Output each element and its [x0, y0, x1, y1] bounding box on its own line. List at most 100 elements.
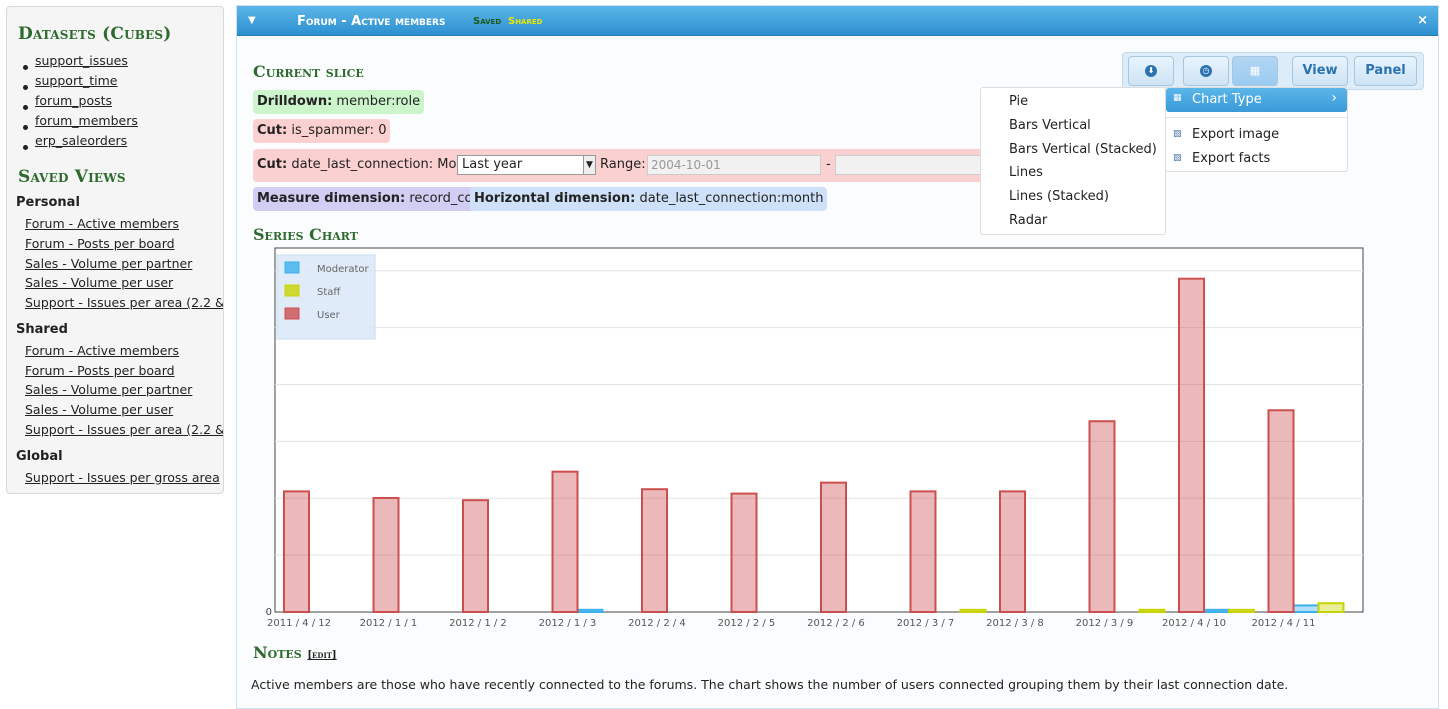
clock-icon: ◷	[1200, 64, 1212, 77]
x-tick-label: 2012 / 2 / 5	[718, 618, 776, 629]
saved-view-link[interactable]: Forum - Posts per board	[25, 236, 223, 251]
mode-value: Last year	[462, 157, 523, 172]
bullet	[23, 125, 28, 130]
panel-button[interactable]: Panel	[1354, 56, 1417, 86]
history-button[interactable]: ◷	[1183, 56, 1229, 86]
collapse-icon[interactable]: ▼	[248, 15, 256, 26]
measure-tag[interactable]: Measure dimension: record_count	[253, 187, 499, 211]
saved-view-link[interactable]: Support - Issues per area (2.2 & 3.1)	[25, 295, 223, 310]
bar-user	[283, 490, 310, 613]
x-tick-label: 2012 / 1 / 3	[539, 618, 597, 629]
bar-staff	[1317, 602, 1345, 613]
chart-type-menu-item[interactable]: ▦ Chart Type ›	[1166, 88, 1347, 112]
saved-views-heading: Saved Views	[18, 167, 126, 187]
x-tick-label: 2012 / 1 / 2	[449, 618, 507, 629]
x-tick-label: 2012 / 2 / 6	[807, 618, 865, 629]
image-icon: ▨	[1173, 129, 1182, 139]
notes-edit-link[interactable]: [edit]	[307, 650, 336, 661]
chart-type-bars-vertical[interactable]: Bars Vertical	[1009, 118, 1091, 133]
menu-divider	[1166, 117, 1347, 118]
download-icon: ⬇	[1145, 64, 1157, 77]
dataset-link[interactable]: forum_members	[35, 113, 138, 128]
saved-view-link[interactable]: Forum - Posts per board	[25, 363, 223, 378]
x-tick-label: 2012 / 3 / 7	[897, 618, 955, 629]
bullet	[23, 85, 28, 90]
drilldown-label: Drilldown:	[257, 94, 333, 109]
bar-staff	[1138, 608, 1166, 613]
notes-text: Active members are those who have recent…	[251, 677, 1289, 692]
drilldown-value: member:role	[336, 94, 421, 109]
horizontal-tag[interactable]: Horizontal dimension: date_last_connecti…	[470, 187, 828, 211]
cut-label: Cut:	[257, 123, 288, 138]
chart-type-bars-stacked[interactable]: Bars Vertical (Stacked)	[1009, 142, 1157, 157]
saved-view-link[interactable]: Sales - Volume per partner	[25, 382, 223, 397]
cut-field: date_last_connection: Mode:	[291, 157, 478, 172]
saved-view-link[interactable]: Forum - Active members	[25, 343, 223, 358]
drilldown-tag[interactable]: Drilldown: member:role	[253, 90, 425, 114]
saved-view-link[interactable]: Sales - Volume per user	[25, 402, 223, 417]
dataset-link[interactable]: support_time	[35, 73, 117, 88]
bar-user	[999, 490, 1026, 613]
chart-type-pie[interactable]: Pie	[1009, 94, 1028, 109]
legend-label: Staff	[317, 287, 341, 298]
chart-type-radar[interactable]: Radar	[1009, 213, 1047, 228]
bar-user	[641, 488, 668, 613]
saved-view-link[interactable]: Sales - Volume per user	[25, 275, 223, 290]
cut-tag-date: Cut: date_last_connection: Mode: Last ye…	[253, 149, 983, 182]
bar-user	[372, 496, 400, 613]
close-icon[interactable]: ×	[1417, 13, 1428, 28]
bar-staff	[1228, 608, 1255, 613]
saved-view-link[interactable]: Support - Issues per gross area	[25, 470, 223, 485]
range-from-input[interactable]: 2004-10-01	[647, 155, 821, 175]
sidebar: Datasets (Cubes) support_issues support_…	[6, 6, 224, 494]
saved-view-link[interactable]: Forum - Active members	[25, 216, 223, 231]
cut-tag-spammer[interactable]: Cut: is_spammer: 0	[253, 119, 391, 143]
x-tick-label: 2012 / 3 / 9	[1076, 618, 1134, 629]
bar-user	[551, 470, 579, 613]
chart-icon: ▦	[1173, 93, 1182, 103]
export-image-menu-item[interactable]: Export image	[1192, 127, 1279, 142]
bar-staff	[959, 608, 987, 613]
horizontal-value: date_last_connection:month	[639, 191, 824, 206]
dataset-link[interactable]: support_issues	[35, 53, 128, 68]
mode-select[interactable]: Last year ▼	[457, 155, 596, 175]
view-toolbar: ⬇ ◷ ▦ View Panel	[1122, 52, 1424, 90]
x-tick-label: 2012 / 2 / 4	[628, 618, 686, 629]
chart-type-lines[interactable]: Lines	[1009, 165, 1043, 180]
chart-button[interactable]: ▦	[1232, 56, 1278, 86]
measure-label: Measure dimension:	[257, 191, 406, 206]
saved-view-link[interactable]: Support - Issues per area (2.2 & 3.1)	[25, 422, 223, 437]
group-label-personal: Personal	[16, 195, 80, 210]
range-to-input[interactable]	[835, 155, 981, 175]
cut-label: Cut:	[257, 157, 288, 172]
facts-icon: ▨	[1173, 153, 1182, 163]
x-tick-label: 2012 / 3 / 8	[986, 618, 1044, 629]
panel-header: ▼ Forum - Active members Saved Shared ×	[237, 6, 1438, 36]
chevron-down-icon: ▼	[583, 156, 595, 174]
legend-swatch	[284, 284, 300, 297]
bar-user	[462, 499, 489, 613]
bar-user	[1267, 409, 1295, 613]
chart-menu: ▦ Chart Type › ▨ Export image ▨ Export f…	[1165, 87, 1348, 172]
chart-type-label: Chart Type	[1192, 92, 1262, 107]
dataset-link[interactable]: forum_posts	[35, 93, 112, 108]
bar-user	[1088, 420, 1116, 613]
series-chart: 2011 / 4 / 12 2012 / 1 / 1 2012 / 1 / 2 201…	[266, 247, 1364, 629]
chart-type-submenu: Pie Bars Vertical Bars Vertical (Stacked…	[980, 87, 1166, 235]
bar-user	[730, 492, 758, 613]
x-tick-label: 2012 / 4 / 11	[1252, 618, 1316, 629]
saved-view-link[interactable]: Sales - Volume per partner	[25, 256, 223, 271]
export-facts-menu-item[interactable]: Export facts	[1192, 151, 1270, 166]
panel-title: Forum - Active members	[297, 14, 446, 29]
bar-user	[909, 490, 937, 613]
bullet	[23, 65, 28, 70]
x-tick-label: 2012 / 1 / 1	[360, 618, 418, 629]
current-slice-heading: Current slice	[253, 62, 364, 81]
bar-moderator	[1203, 608, 1230, 613]
view-button[interactable]: View	[1292, 56, 1348, 86]
dataset-link[interactable]: erp_saleorders	[35, 133, 127, 148]
notes-heading: Notes [edit]	[253, 643, 337, 662]
chart-type-lines-stacked[interactable]: Lines (Stacked)	[1009, 189, 1109, 204]
download-button[interactable]: ⬇	[1128, 56, 1174, 86]
x-tick-label: 2012 / 4 / 10	[1162, 618, 1226, 629]
